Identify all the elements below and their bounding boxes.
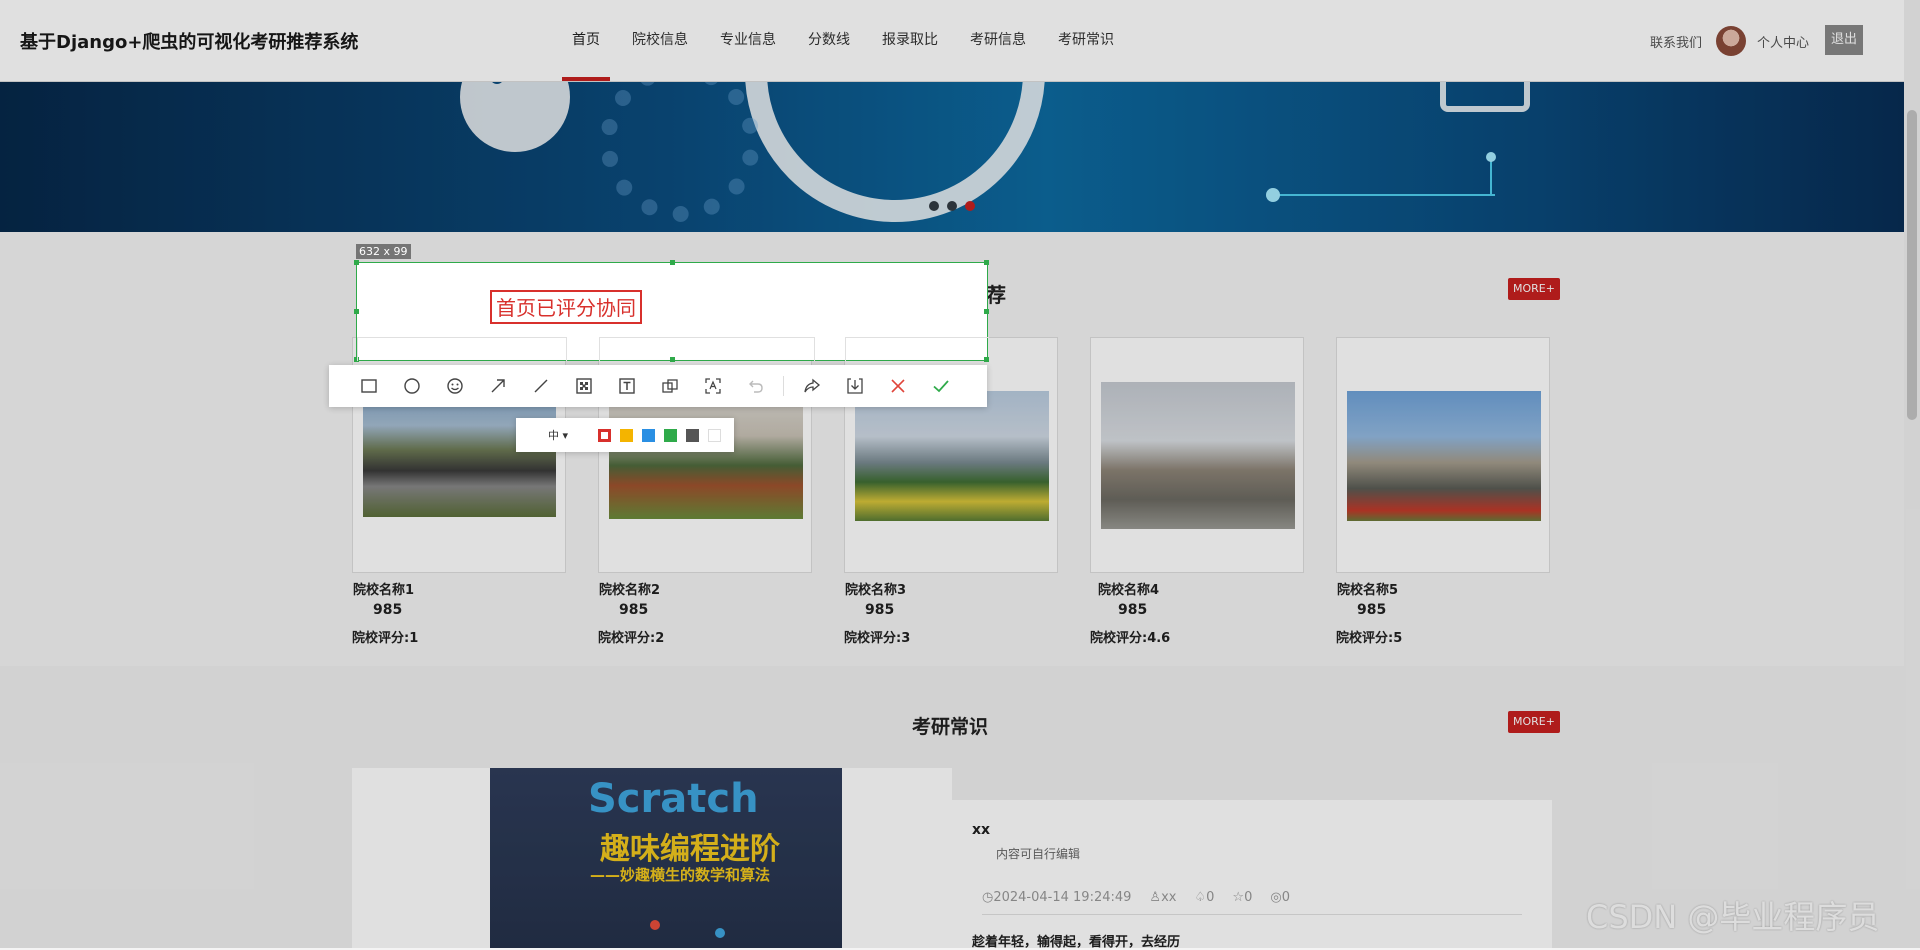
nav-item-exam-info[interactable]: 考研信息	[954, 0, 1042, 81]
color-swatch-green[interactable]	[664, 428, 677, 442]
nav-item-schools[interactable]: 院校信息	[616, 0, 704, 81]
knowledge-section-title: 考研常识	[912, 716, 989, 738]
school-level: 985	[865, 602, 895, 618]
csdn-watermark: CSDN @毕业程序员	[1586, 898, 1880, 936]
carousel-dot[interactable]	[947, 201, 957, 211]
school-score: 院校评分:5	[1336, 631, 1403, 646]
article-likes[interactable]: ♤0	[1194, 890, 1214, 905]
capture-toolbar	[329, 365, 987, 407]
nav-item-score-lines[interactable]: 分数线	[792, 0, 866, 81]
scrollbar-thumb[interactable]	[1907, 110, 1917, 420]
color-swatch-white[interactable]	[708, 428, 721, 442]
article-favorites[interactable]: ☆0	[1232, 890, 1252, 905]
article-views: ◎0	[1270, 890, 1290, 905]
close-icon[interactable]	[876, 365, 919, 407]
font-size-select[interactable]: 中 ▾	[548, 427, 598, 443]
site-brand[interactable]: 基于Django+爬虫的可视化考研推荐系统	[20, 28, 358, 54]
school-score: 院校评分:3	[844, 631, 911, 646]
carousel-dot-active[interactable]	[965, 201, 975, 211]
article-subtitle[interactable]: 趁着年轻，输得起，看得开，去经历	[972, 931, 1180, 950]
school-score: 院校评分:4.6	[1090, 631, 1171, 646]
share-icon[interactable]	[790, 365, 833, 407]
school-score: 院校评分:1	[352, 631, 419, 646]
nav-item-home[interactable]: 首页	[556, 0, 616, 81]
save-icon[interactable]	[833, 365, 876, 407]
school-level: 985	[373, 602, 403, 618]
main-nav: 首页 院校信息 专业信息 分数线 报录取比 考研信息 考研常识	[556, 0, 1130, 81]
nav-item-majors[interactable]: 专业信息	[704, 0, 792, 81]
text-icon[interactable]	[605, 365, 648, 407]
capture-selection[interactable]	[354, 260, 989, 362]
rectangle-icon[interactable]	[347, 365, 390, 407]
logout-button[interactable]: 退出	[1825, 25, 1863, 55]
knowledge-more-button[interactable]: MORE+	[1508, 711, 1560, 733]
school-name[interactable]: 院校名称5	[1337, 579, 1398, 598]
arrow-icon[interactable]	[476, 365, 519, 407]
article-date: ◷2024-04-14 19:24:49	[982, 890, 1132, 905]
article-author: ♙xx	[1149, 890, 1177, 905]
ocr-icon[interactable]	[691, 365, 734, 407]
nav-item-admission-ratio[interactable]: 报录取比	[866, 0, 954, 81]
school-photo[interactable]	[1347, 391, 1541, 521]
contact-link[interactable]: 联系我们	[1650, 32, 1702, 51]
school-photo[interactable]	[363, 395, 556, 517]
annotation-style-palette: 中 ▾	[516, 418, 734, 452]
resize-handle[interactable]	[354, 309, 359, 314]
color-swatch-yellow[interactable]	[620, 428, 633, 442]
school-name[interactable]: 院校名称1	[353, 579, 414, 598]
annotation-text-box[interactable]: 首页已评分协同	[490, 290, 642, 324]
book-subtitle: 趣味编程进阶	[600, 832, 780, 867]
resize-handle[interactable]	[984, 309, 989, 314]
school-score: 院校评分:2	[598, 631, 665, 646]
user-center-link[interactable]: 个人中心	[1757, 32, 1809, 51]
divider	[982, 914, 1522, 915]
color-swatch-blue[interactable]	[642, 428, 655, 442]
school-level: 985	[1357, 602, 1387, 618]
school-name[interactable]: 院校名称4	[1098, 579, 1159, 598]
copy-icon[interactable]	[648, 365, 691, 407]
line-icon[interactable]	[519, 365, 562, 407]
school-level: 985	[1118, 602, 1148, 618]
confirm-icon[interactable]	[919, 365, 962, 407]
book-tagline: ——妙趣横生的数学和算法	[590, 866, 771, 884]
school-photo[interactable]	[1101, 382, 1295, 529]
schools-more-button[interactable]: MORE+	[1508, 278, 1560, 300]
article-title[interactable]: xx	[972, 822, 990, 838]
article-card[interactable]	[952, 800, 1552, 948]
school-name[interactable]: 院校名称2	[599, 579, 660, 598]
nav-item-exam-knowledge[interactable]: 考研常识	[1042, 0, 1130, 81]
avatar[interactable]	[1716, 26, 1746, 56]
article-desc: 内容可自行编辑	[996, 847, 1081, 861]
school-level: 985	[619, 602, 649, 618]
book-title: Scratch	[588, 776, 759, 822]
color-swatch-red[interactable]	[598, 428, 611, 442]
article-book-cover[interactable]: Scratch 趣味编程进阶 ——妙趣横生的数学和算法	[490, 768, 842, 948]
carousel-dot[interactable]	[929, 201, 939, 211]
article-meta: ◷2024-04-14 19:24:49 ♙xx ♤0 ☆0 ◎0	[982, 890, 1290, 905]
color-swatch-gray[interactable]	[686, 428, 699, 442]
undo-icon[interactable]	[734, 365, 777, 407]
resize-handle[interactable]	[354, 260, 359, 265]
school-name[interactable]: 院校名称3	[845, 579, 906, 598]
mosaic-icon[interactable]	[562, 365, 605, 407]
resize-handle[interactable]	[670, 260, 675, 265]
school-photo[interactable]	[855, 391, 1049, 521]
resize-handle[interactable]	[984, 260, 989, 265]
carousel-dots	[929, 201, 975, 211]
toolbar-separator	[783, 376, 784, 396]
emoji-icon[interactable]	[433, 365, 476, 407]
ellipse-icon[interactable]	[390, 365, 433, 407]
capture-size-label: 632 x 99	[356, 244, 411, 259]
